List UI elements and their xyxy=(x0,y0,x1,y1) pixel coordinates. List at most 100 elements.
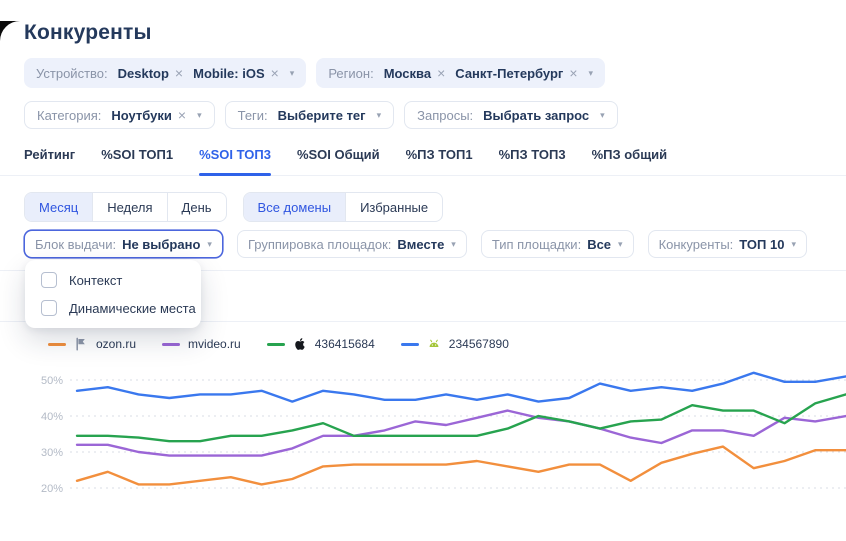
chip-label: Запросы: xyxy=(417,108,473,123)
checkbox[interactable] xyxy=(41,272,57,288)
legend-item-436415684[interactable]: 436415684 xyxy=(267,337,375,351)
dropdown-option-label: Динамические места xyxy=(69,301,196,316)
period-option-0[interactable]: Месяц xyxy=(25,193,92,221)
svg-text:40%: 40% xyxy=(41,411,63,423)
tab-1[interactable]: %SOI ТОП1 xyxy=(101,147,173,175)
series-line-234567890 xyxy=(77,373,846,402)
domains-option-1[interactable]: Избранные xyxy=(345,193,442,221)
select-value: Все xyxy=(587,237,611,252)
filter-selects-row: Блок выдачи:Не выбрано▾КонтекстДинамичес… xyxy=(24,230,846,258)
apple-icon xyxy=(293,337,307,351)
checkbox[interactable] xyxy=(41,300,57,316)
legend-item-mvideo.ru[interactable]: mvideo.ru xyxy=(162,337,241,351)
legend-swatch xyxy=(401,343,419,346)
android-icon xyxy=(427,337,441,351)
chevron-down-icon[interactable]: ▾ xyxy=(290,69,295,78)
chip-label: Устройство: xyxy=(36,66,108,81)
window-rounded-corner xyxy=(0,21,22,43)
category-filter-chip[interactable]: Категория: Ноутбуки× ▾ xyxy=(24,101,215,129)
chevron-down-icon[interactable]: ▾ xyxy=(589,69,594,78)
select-label: Группировка площадок: xyxy=(248,237,391,252)
chip-label: Регион: xyxy=(328,66,373,81)
select-label: Блок выдачи: xyxy=(35,237,116,252)
select-value: Вместе xyxy=(397,237,444,252)
chip-value: Ноутбуки× xyxy=(111,108,186,123)
chevron-down-icon: ▾ xyxy=(451,240,456,249)
remove-icon[interactable]: × xyxy=(569,66,577,80)
dropdown-panel: Контекст Динамические места xyxy=(25,260,201,328)
chevron-down-icon[interactable]: ▾ xyxy=(377,111,382,120)
soi-top3-line-chart: 50% 40% 30% 20% xyxy=(0,362,846,520)
metric-tabs-bar: Рейтинг %SOI ТОП1 %SOI ТОП3 %SOI Общий %ПЗ Т… xyxy=(0,147,846,176)
chevron-down-icon: ▾ xyxy=(207,240,212,249)
legend-label: ozon.ru xyxy=(96,337,136,351)
platform-type-select[interactable]: Тип площадки: Все ▾ xyxy=(481,230,634,258)
period-option-2[interactable]: День xyxy=(167,193,226,221)
legend-item-234567890[interactable]: 234567890 xyxy=(401,337,509,351)
tab-4[interactable]: %ПЗ ТОП1 xyxy=(406,147,473,175)
filter-chips-row-primary: Устройство: Desktop × Mobile: iOS × ▾ Регион: М… xyxy=(24,58,846,88)
domains-segmented-control: Все доменыИзбранные xyxy=(243,192,444,222)
chip-value-text: Выберите тег xyxy=(278,108,366,123)
dropdown-option-1[interactable]: Динамические места xyxy=(25,294,201,322)
tab-2[interactable]: %SOI ТОП3 xyxy=(199,147,271,175)
svg-text:20%: 20% xyxy=(41,483,63,495)
tab-3[interactable]: %SOI Общий xyxy=(297,147,380,175)
tab-6[interactable]: %ПЗ общий xyxy=(592,147,668,175)
tab-5[interactable]: %ПЗ ТОП3 xyxy=(499,147,566,175)
chip-value-text: Desktop xyxy=(118,66,169,81)
period-segmented-control: МесяцНеделяДень xyxy=(24,192,227,222)
metric-tabs: Рейтинг %SOI ТОП1 %SOI ТОП3 %SOI Общий %ПЗ Т… xyxy=(24,147,846,175)
svg-text:50%: 50% xyxy=(41,375,63,387)
legend-label: mvideo.ru xyxy=(188,337,241,351)
tags-filter-chip[interactable]: Теги: Выберите тег ▾ xyxy=(225,101,395,129)
remove-icon[interactable]: × xyxy=(437,66,445,80)
chip-label: Теги: xyxy=(238,108,268,123)
queries-filter-chip[interactable]: Запросы: Выбрать запрос ▾ xyxy=(404,101,618,129)
chart-legend: ozon.ru mvideo.ru 436415684 234567890 xyxy=(48,337,846,351)
chevron-down-icon[interactable]: ▾ xyxy=(600,111,605,120)
chip-value: Москва × xyxy=(384,66,446,81)
chip-value: Санкт-Петербург × xyxy=(455,66,577,81)
view-controls: МесяцНеделяДень Все доменыИзбранные xyxy=(24,192,846,222)
chip-value: Mobile: iOS × xyxy=(193,66,279,81)
device-filter-chip[interactable]: Устройство: Desktop × Mobile: iOS × ▾ xyxy=(24,58,306,88)
dropdown-option-0[interactable]: Контекст xyxy=(25,266,201,294)
legend-swatch xyxy=(162,343,180,346)
chip-value-text: Москва xyxy=(384,66,431,81)
remove-icon[interactable]: × xyxy=(271,66,279,80)
flag-icon xyxy=(74,337,88,351)
remove-icon[interactable]: × xyxy=(178,108,186,122)
svg-text:30%: 30% xyxy=(41,447,63,459)
tab-0[interactable]: Рейтинг xyxy=(24,147,75,175)
chip-label: Категория: xyxy=(37,108,101,123)
domains-option-0[interactable]: Все домены xyxy=(244,193,346,221)
chip-value-text: Mobile: iOS xyxy=(193,66,265,81)
series-line-mvideo.ru xyxy=(77,411,846,456)
period-option-1[interactable]: Неделя xyxy=(92,193,166,221)
chevron-down-icon: ▾ xyxy=(618,240,623,249)
competitors-select[interactable]: Конкуренты:ТОП 10▾ xyxy=(648,230,807,258)
chip-value-text: Санкт-Петербург xyxy=(455,66,563,81)
chevron-down-icon: ▾ xyxy=(791,240,796,249)
region-filter-chip[interactable]: Регион: Москва × Санкт-Петербург × ▾ xyxy=(316,58,605,88)
chip-value-text: Выбрать запрос xyxy=(483,108,589,123)
page-title: Конкуренты xyxy=(24,21,846,45)
grouping-select[interactable]: Группировка площадок: Вместе ▾ xyxy=(237,230,467,258)
chip-value: Выбрать запрос xyxy=(483,108,589,123)
dropdown-option-label: Контекст xyxy=(69,273,122,288)
chevron-down-icon[interactable]: ▾ xyxy=(197,111,202,120)
legend-swatch xyxy=(48,343,66,346)
remove-icon[interactable]: × xyxy=(175,66,183,80)
select-label: Конкуренты: xyxy=(659,237,734,252)
select-label: Тип площадки: xyxy=(492,237,581,252)
filter-chips-row-secondary: Категория:Ноутбуки×▾Теги:Выберите тег▾За… xyxy=(24,101,846,129)
legend-label: 234567890 xyxy=(449,337,509,351)
block-select[interactable]: Блок выдачи:Не выбрано▾КонтекстДинамичес… xyxy=(24,230,223,258)
legend-swatch xyxy=(267,343,285,346)
line-chart-svg: 50% 40% 30% 20% xyxy=(0,362,846,520)
select-value: Не выбрано xyxy=(122,237,200,252)
legend-item-ozon.ru[interactable]: ozon.ru xyxy=(48,337,136,351)
legend-label: 436415684 xyxy=(315,337,375,351)
series-line-436415684 xyxy=(77,394,846,441)
